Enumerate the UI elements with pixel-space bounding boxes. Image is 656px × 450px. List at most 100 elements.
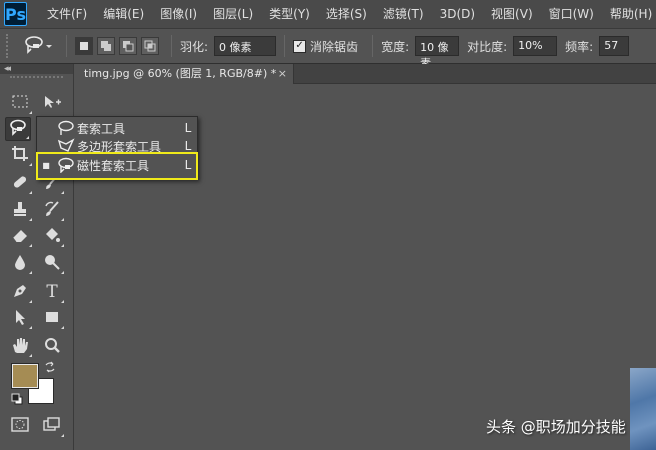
move-icon bbox=[42, 94, 62, 113]
crop-tool[interactable] bbox=[7, 143, 33, 167]
antialias-checkbox[interactable]: ✓ bbox=[293, 39, 307, 53]
crop-icon bbox=[11, 145, 29, 166]
menu-select[interactable]: 选择(S) bbox=[318, 0, 375, 28]
photoshop-logo: Ps bbox=[4, 2, 27, 26]
paint-bucket-tool[interactable] bbox=[39, 224, 65, 248]
flyout-indicator bbox=[29, 218, 32, 221]
close-icon[interactable]: × bbox=[278, 64, 287, 83]
flyout-indicator bbox=[29, 111, 32, 114]
add-selection-button[interactable] bbox=[97, 37, 115, 55]
blur-tool[interactable] bbox=[7, 251, 33, 275]
dodge-icon bbox=[43, 253, 61, 274]
flyout-indicator bbox=[29, 326, 32, 329]
options-bar-grip[interactable] bbox=[6, 34, 12, 58]
feather-label: 羽化: bbox=[180, 39, 209, 54]
eraser-tool[interactable] bbox=[7, 224, 33, 248]
marquee-tool[interactable] bbox=[7, 91, 33, 115]
annotation-highlight-box bbox=[36, 152, 198, 180]
zoom-icon bbox=[43, 336, 61, 357]
menu-type[interactable]: 类型(Y) bbox=[261, 0, 318, 28]
swap-colors-icon[interactable] bbox=[44, 361, 56, 376]
clone-stamp-tool[interactable] bbox=[7, 198, 33, 222]
menu-layer[interactable]: 图层(L) bbox=[205, 0, 261, 28]
document-image[interactable] bbox=[630, 368, 656, 450]
options-bar: 羽化: 0 像素 ✓ 消除锯齿 宽度: 10 像素 对比度: 10% 频率: 5… bbox=[0, 28, 656, 70]
path-selection-icon bbox=[11, 308, 29, 329]
flyout-indicator bbox=[61, 218, 64, 221]
frequency-label: 频率: bbox=[565, 39, 594, 54]
type-icon: T bbox=[46, 282, 58, 302]
pen-icon bbox=[11, 282, 29, 303]
foreground-color-swatch[interactable] bbox=[11, 363, 39, 389]
contrast-input[interactable]: 10% bbox=[513, 36, 558, 56]
healing-brush-icon bbox=[11, 173, 29, 194]
toolbox-collapse[interactable]: ◂◂ bbox=[0, 64, 73, 74]
flyout-indicator bbox=[26, 136, 29, 139]
menu-view[interactable]: 视图(V) bbox=[483, 0, 541, 28]
move-tool[interactable] bbox=[39, 91, 65, 115]
quick-mask-button[interactable] bbox=[7, 414, 33, 438]
lasso-tool[interactable] bbox=[5, 117, 31, 141]
document-tab[interactable]: timg.jpg @ 60% (图层 1, RGB/8#) * × bbox=[76, 64, 294, 84]
lasso-icon bbox=[55, 120, 77, 136]
tool-preset-picker[interactable] bbox=[18, 34, 58, 58]
document-tab-strip: timg.jpg @ 60% (图层 1, RGB/8#) * × bbox=[76, 64, 656, 84]
flyout-indicator bbox=[29, 244, 32, 247]
flyout-indicator bbox=[29, 300, 32, 303]
flyout-indicator bbox=[29, 163, 32, 166]
antialias-label: 消除锯齿 bbox=[310, 39, 359, 54]
default-colors-icon[interactable] bbox=[11, 393, 23, 408]
separator bbox=[171, 35, 172, 57]
rectangle-tool[interactable] bbox=[39, 306, 65, 330]
lasso-icon bbox=[8, 119, 28, 140]
flyout-indicator bbox=[61, 326, 64, 329]
contrast-label: 对比度: bbox=[467, 39, 508, 54]
flyout-item-shortcut: L bbox=[184, 139, 192, 153]
separator bbox=[284, 35, 286, 57]
flyout-indicator bbox=[29, 271, 32, 274]
flyout-item-shortcut: L bbox=[184, 121, 192, 135]
history-brush-tool[interactable] bbox=[39, 198, 65, 222]
intersect-selection-button[interactable] bbox=[141, 37, 159, 55]
menu-bar: Ps 文件(F) 编辑(E) 图像(I) 图层(L) 类型(Y) 选择(S) 滤… bbox=[0, 0, 656, 28]
blur-icon bbox=[11, 253, 29, 274]
flyout-item-label: 套索工具 bbox=[77, 121, 126, 136]
dodge-tool[interactable] bbox=[39, 251, 65, 275]
screen-mode-icon bbox=[43, 416, 61, 436]
menu-window[interactable]: 窗口(W) bbox=[541, 0, 602, 28]
menu-image[interactable]: 图像(I) bbox=[152, 0, 205, 28]
menu-file[interactable]: 文件(F) bbox=[39, 0, 95, 28]
separator bbox=[66, 35, 67, 57]
flyout-indicator bbox=[61, 244, 64, 247]
zoom-tool[interactable] bbox=[39, 334, 65, 358]
flyout-indicator bbox=[61, 300, 64, 303]
clone-stamp-icon bbox=[11, 200, 29, 221]
flyout-indicator bbox=[61, 271, 64, 274]
path-selection-tool[interactable] bbox=[7, 306, 33, 330]
flyout-indicator bbox=[61, 191, 64, 194]
healing-brush-tool[interactable] bbox=[7, 171, 33, 195]
flyout-indicator bbox=[29, 354, 32, 357]
frequency-input[interactable]: 57 bbox=[599, 36, 630, 56]
quick-mask-icon bbox=[11, 416, 29, 436]
width-input[interactable]: 10 像素 bbox=[415, 36, 460, 70]
flyout-indicator bbox=[29, 191, 32, 194]
menu-edit[interactable]: 编辑(E) bbox=[95, 0, 152, 28]
subtract-selection-button[interactable] bbox=[119, 37, 137, 55]
flyout-item-lasso[interactable]: 套索工具 L bbox=[37, 119, 197, 137]
menu-filter[interactable]: 滤镜(T) bbox=[375, 0, 432, 28]
pen-tool[interactable] bbox=[7, 280, 33, 304]
chevron-down-icon bbox=[45, 39, 53, 53]
history-brush-icon bbox=[43, 200, 61, 221]
menu-help[interactable]: 帮助(H) bbox=[602, 0, 656, 28]
toolbox-grip[interactable] bbox=[10, 76, 63, 82]
rectangle-icon bbox=[43, 308, 61, 329]
hand-tool[interactable] bbox=[7, 334, 33, 358]
menu-3d[interactable]: 3D(D) bbox=[432, 0, 483, 28]
screen-mode-button[interactable] bbox=[39, 414, 65, 438]
new-selection-button[interactable] bbox=[75, 37, 93, 55]
flyout-indicator bbox=[61, 434, 64, 437]
type-tool[interactable]: T bbox=[39, 280, 65, 304]
paint-bucket-icon bbox=[43, 226, 61, 247]
feather-input[interactable]: 0 像素 bbox=[214, 36, 277, 56]
